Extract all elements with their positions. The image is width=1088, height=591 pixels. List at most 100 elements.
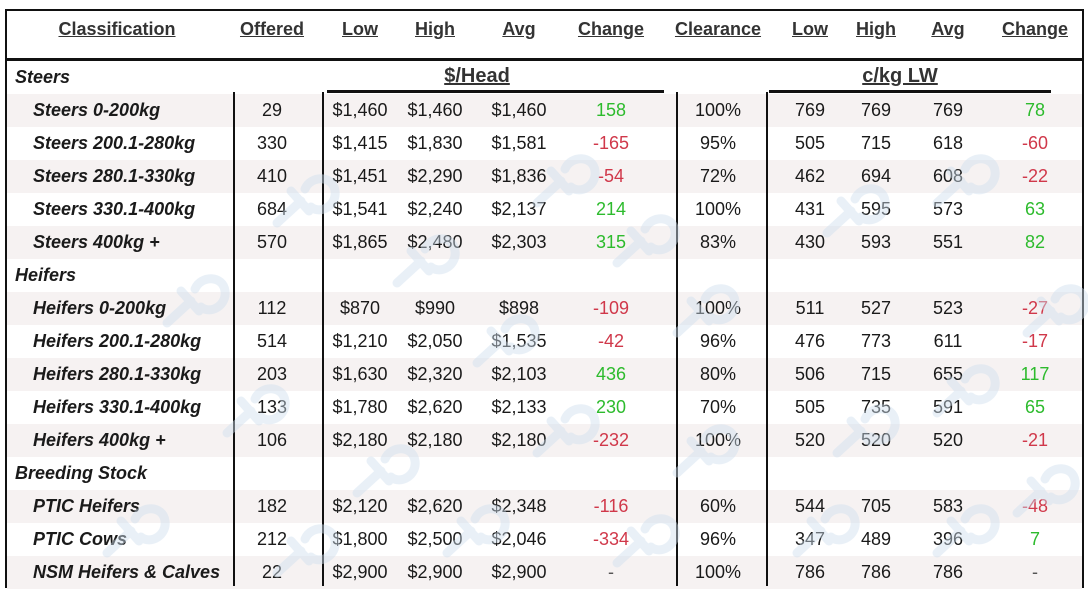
change-cell: - (608, 562, 614, 582)
column-header-avg: Avg (502, 19, 536, 39)
kg-high-cell: 773 (860, 331, 892, 351)
offered-cell: 133 (256, 397, 288, 417)
kg-high-cell: 715 (860, 364, 892, 384)
kg-change-cell: -60 (1021, 133, 1049, 153)
kg-change-cell: -27 (1021, 298, 1049, 318)
clearance-cell: 96% (699, 529, 737, 549)
low-cell: $1,800 (332, 529, 388, 549)
avg-cell: $2,137 (491, 199, 547, 219)
low-cell: $1,780 (332, 397, 388, 417)
clearance-cell: 100% (694, 562, 742, 582)
column-header-kg-avg: Avg (931, 19, 965, 39)
kg-change-cell: -17 (1021, 331, 1049, 351)
per-head-unit-label-underline (327, 90, 664, 93)
kg-high-cell: 593 (860, 232, 892, 252)
section-title: Heifers (15, 265, 77, 285)
clearance-cell: 96% (699, 331, 737, 351)
kg-avg-cell: 655 (932, 364, 964, 384)
high-cell: $1,460 (407, 100, 463, 120)
column-header-clearance: Clearance (674, 19, 762, 39)
livestock-price-table: Classification Offered Low High Avg Change Cle… (5, 9, 1088, 589)
table-header: Classification Offered Low High Avg Change Cle… (7, 11, 1082, 61)
column-header-classification: Classification (58, 19, 176, 39)
kg-low-cell: 347 (794, 529, 826, 549)
table-row: Heifers 400kg + 106 $2,180 $2,180 $2,180 -232… (7, 424, 1082, 457)
offered-cell: 29 (261, 100, 283, 120)
clearance-cell: 72% (699, 166, 737, 186)
kg-high-cell: 715 (860, 133, 892, 153)
table-row: Heifers 330.1-400kg 133 $1,780 $2,620 $2,133… (7, 391, 1082, 424)
table-row: Steers 0-200kg 29 $1,460 $1,460 $1,460 158 100… (7, 94, 1082, 127)
kg-low-cell: 505 (794, 133, 826, 153)
table-row: Steers 330.1-400kg 684 $1,541 $2,240 $2,137 2… (7, 193, 1082, 226)
kg-high-cell: 527 (860, 298, 892, 318)
offered-cell: 182 (256, 496, 288, 516)
kg-change-cell: 63 (1024, 199, 1046, 219)
avg-cell: $2,133 (491, 397, 547, 417)
clearance-cell: 95% (699, 133, 737, 153)
high-cell: $2,620 (407, 397, 463, 417)
table-row: Heifers 0-200kg 112 $870 $990 $898 -109 100% 51… (7, 292, 1082, 325)
clearance-cell: 60% (699, 496, 737, 516)
classification-cell: Steers 0-200kg (33, 100, 161, 120)
kg-low-cell: 544 (794, 496, 826, 516)
clearance-cell: 80% (699, 364, 737, 384)
table-row: PTIC Heifers 182 $2,120 $2,620 $2,348 -116 60%… (7, 490, 1082, 523)
low-cell: $1,451 (332, 166, 388, 186)
table-row: PTIC Cows 212 $1,800 $2,500 $2,046 -334 96% 347… (7, 523, 1082, 556)
offered-cell: 684 (256, 199, 288, 219)
change-cell: 436 (595, 364, 627, 384)
column-header-kg-high: High (856, 19, 896, 39)
offered-cell: 212 (256, 529, 288, 549)
avg-cell: $2,348 (491, 496, 547, 516)
classification-cell: Heifers 200.1-280kg (33, 331, 202, 351)
section-row: Breeding Stock (7, 457, 1082, 490)
kg-low-cell: 505 (794, 397, 826, 417)
high-cell: $2,500 (407, 529, 463, 549)
kg-change-cell: -48 (1021, 496, 1049, 516)
per-head-unit-label: $/Head (444, 65, 510, 87)
clearance-cell: 100% (694, 430, 742, 450)
classification-cell: PTIC Heifers (33, 496, 141, 516)
table-row: Steers 400kg + 570 $1,865 $2,480 $2,303 315 83… (7, 226, 1082, 259)
high-cell: $2,480 (407, 232, 463, 252)
table-row: Steers 280.1-330kg 410 $1,451 $2,290 $1,836 -… (7, 160, 1082, 193)
offered-cell: 330 (256, 133, 288, 153)
offered-right-divider (322, 92, 324, 586)
avg-cell: $2,103 (491, 364, 547, 384)
change-cell: -109 (592, 298, 630, 318)
low-cell: $1,630 (332, 364, 388, 384)
avg-cell: $2,180 (491, 430, 547, 450)
kg-low-cell: 506 (794, 364, 826, 384)
kg-high-cell: 489 (860, 529, 892, 549)
offered-left-divider (233, 92, 235, 586)
kg-avg-cell: 523 (932, 298, 964, 318)
clearance-cell: 100% (694, 298, 742, 318)
offered-cell: 514 (256, 331, 288, 351)
kg-change-cell: 117 (1020, 364, 1050, 384)
kg-avg-cell: 611 (933, 331, 963, 351)
table-row: Heifers 280.1-330kg 203 $1,630 $2,320 $2,103… (7, 358, 1082, 391)
low-cell: $870 (339, 298, 381, 318)
kg-avg-cell: 520 (932, 430, 964, 450)
per-kg-unit-label-underline (769, 90, 1051, 93)
kg-avg-cell: 769 (932, 100, 964, 120)
column-header-change: Change (577, 19, 645, 39)
offered-cell: 112 (257, 298, 287, 318)
classification-cell: Heifers 280.1-330kg (33, 364, 202, 384)
clearance-cell: 83% (699, 232, 737, 252)
change-cell: -165 (592, 133, 630, 153)
kg-high-cell: 705 (860, 496, 892, 516)
column-header-offered: Offered (239, 19, 305, 39)
kg-low-cell: 769 (794, 100, 826, 120)
kg-avg-cell: 608 (932, 166, 964, 186)
column-header-low: Low (342, 19, 378, 39)
change-cell: -232 (592, 430, 630, 450)
low-cell: $1,865 (332, 232, 388, 252)
change-cell: -334 (592, 529, 630, 549)
avg-cell: $1,535 (491, 331, 547, 351)
kg-avg-cell: 551 (932, 232, 964, 252)
kg-change-cell: 65 (1024, 397, 1046, 417)
classification-cell: Heifers 0-200kg (33, 298, 167, 318)
section-title: Breeding Stock (15, 463, 148, 483)
